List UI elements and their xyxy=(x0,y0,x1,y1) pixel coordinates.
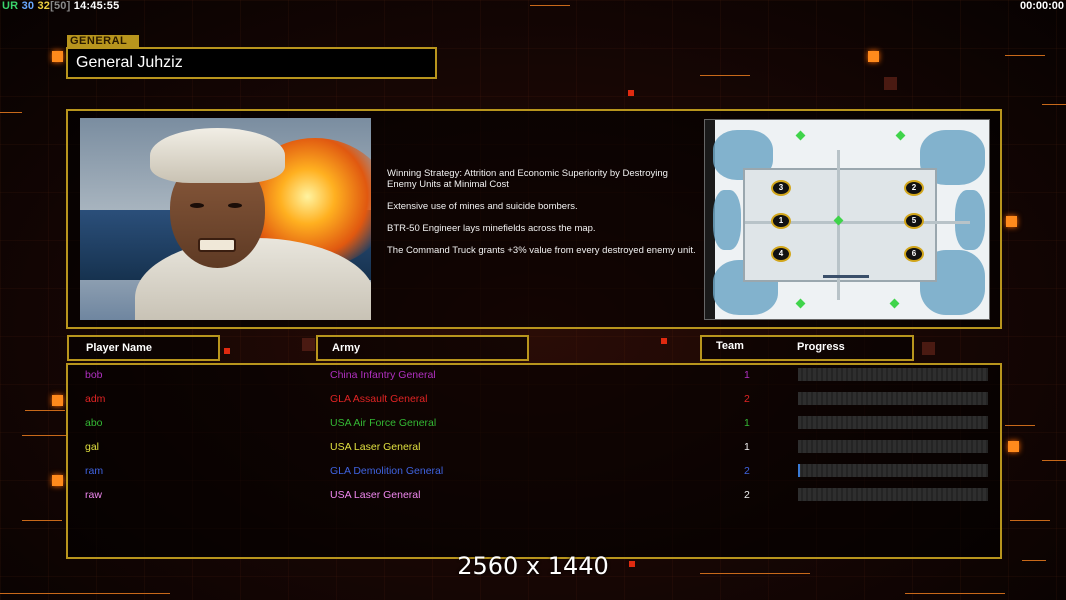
deco-line xyxy=(1042,104,1066,105)
hud-clock: 14:45:55 xyxy=(73,0,120,12)
deco-square xyxy=(868,51,879,62)
column-header-team: Team xyxy=(716,340,744,352)
portrait-mouth xyxy=(198,238,236,252)
hud-status: UR 30 32[50] 14:45:55 xyxy=(2,0,119,12)
player-team: 1 xyxy=(744,417,750,429)
map-start-1: 1 xyxy=(771,213,791,229)
player-team: 2 xyxy=(744,465,750,477)
description-line: BTR-50 Engineer lays minefields across t… xyxy=(387,223,596,234)
resolution-label: 2560 x 1440 xyxy=(457,552,609,580)
player-army: GLA Assault General xyxy=(330,393,428,405)
map-start-2: 2 xyxy=(904,180,924,196)
player-name: adm xyxy=(85,393,106,405)
player-progress-bar xyxy=(798,488,988,501)
deco-line xyxy=(530,5,570,6)
player-army: USA Air Force General xyxy=(330,417,437,429)
progress-fill xyxy=(798,464,800,477)
player-team: 2 xyxy=(744,393,750,405)
portrait-eye xyxy=(228,203,242,208)
deco-line xyxy=(1005,55,1045,56)
player-progress-bar xyxy=(798,416,988,429)
player-name: gal xyxy=(85,441,100,453)
map-marker xyxy=(889,298,900,309)
portrait-eye xyxy=(190,203,204,208)
player-army: China Infantry General xyxy=(330,369,436,381)
deco-square xyxy=(628,90,634,96)
player-progress-bar xyxy=(798,392,988,405)
deco-square xyxy=(884,77,897,90)
map-start-3: 3 xyxy=(771,180,791,196)
portrait-turban xyxy=(150,128,285,183)
map-start-6: 6 xyxy=(904,246,924,262)
player-army: USA Laser General xyxy=(330,441,421,453)
player-row: abo USA Air Force General 1 xyxy=(0,413,1066,437)
player-army: USA Laser General xyxy=(330,489,421,501)
player-name: abo xyxy=(85,417,103,429)
deco-line xyxy=(1010,520,1050,521)
general-name: General Juhziz xyxy=(66,47,437,79)
general-portrait xyxy=(80,118,371,320)
player-name: bob xyxy=(85,369,103,381)
description-line: Winning Strategy: Attrition and Economic… xyxy=(387,168,668,190)
column-header-player: Player Name xyxy=(67,335,220,361)
description-line: The Command Truck grants +3% value from … xyxy=(387,245,696,256)
map-marker xyxy=(895,130,906,141)
general-description: Winning Strategy: Attrition and Economic… xyxy=(387,168,697,267)
hud-value-c: [50] xyxy=(50,0,71,12)
hud-timer: 00:00:00 xyxy=(1019,0,1064,12)
map-preview: 3 2 1 5 4 6 xyxy=(704,119,990,320)
player-team: 1 xyxy=(744,441,750,453)
hud-prefix: UR xyxy=(2,0,19,12)
player-progress-bar xyxy=(798,464,988,477)
player-row: raw USA Laser General 2 xyxy=(0,485,1066,509)
player-progress-bar xyxy=(798,368,988,381)
deco-line xyxy=(22,520,62,521)
map-ice xyxy=(955,190,985,250)
deco-square xyxy=(1006,216,1017,227)
hud-value-b: 32 xyxy=(37,0,51,12)
deco-square xyxy=(302,338,315,351)
map-ice xyxy=(713,190,741,250)
map-marker xyxy=(795,130,806,141)
deco-line xyxy=(0,593,170,594)
deco-square xyxy=(224,348,230,354)
deco-square xyxy=(52,51,63,62)
player-team: 2 xyxy=(744,489,750,501)
map-start-5: 5 xyxy=(904,213,924,229)
player-progress-bar xyxy=(798,440,988,453)
column-header-army: Army xyxy=(316,335,529,361)
deco-line xyxy=(905,593,1005,594)
player-name: ram xyxy=(85,465,104,477)
column-header-progress: Progress xyxy=(797,341,845,353)
map-marker xyxy=(795,298,806,309)
map-start-4: 4 xyxy=(771,246,791,262)
map-road xyxy=(823,275,869,278)
description-line: Extensive use of mines and suicide bombe… xyxy=(387,201,578,212)
player-team: 1 xyxy=(744,369,750,381)
deco-square xyxy=(661,338,667,344)
player-army: GLA Demolition General xyxy=(330,465,444,477)
deco-square xyxy=(922,342,935,355)
deco-line xyxy=(700,75,750,76)
player-row: adm GLA Assault General 2 xyxy=(0,389,1066,413)
player-row: bob China Infantry General 1 xyxy=(0,365,1066,389)
hud-value-a: 30 xyxy=(21,0,35,12)
deco-line xyxy=(0,112,22,113)
player-row: ram GLA Demolition General 2 xyxy=(0,461,1066,485)
player-name: raw xyxy=(85,489,102,501)
player-row: gal USA Laser General 1 xyxy=(0,437,1066,461)
